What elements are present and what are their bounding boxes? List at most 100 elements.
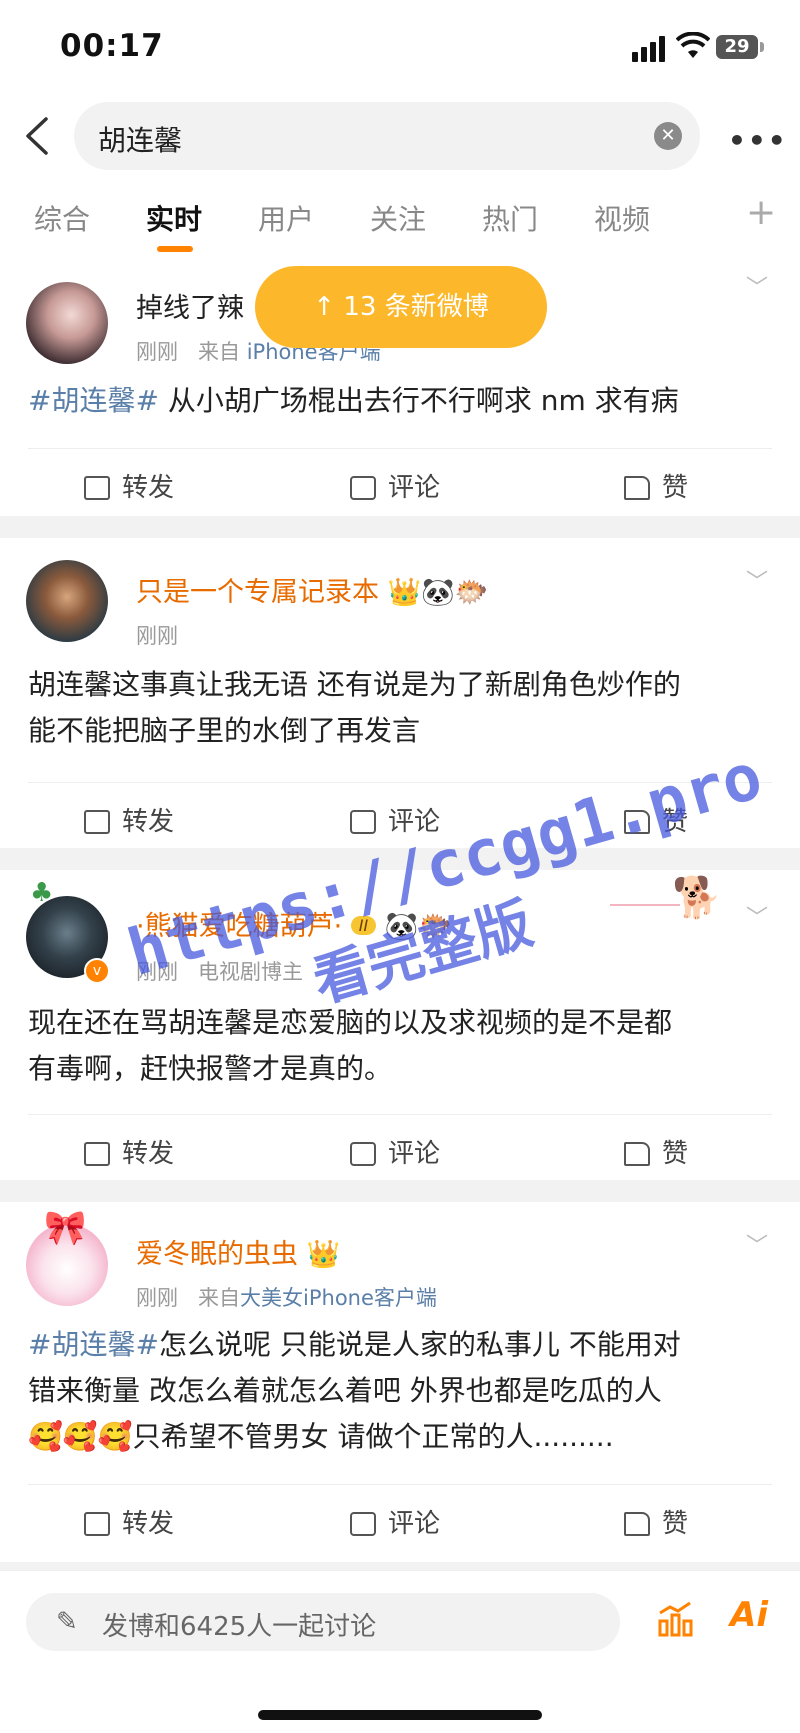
hashtag[interactable]: #胡连馨# <box>28 1328 159 1361</box>
comment-button[interactable]: 评论 <box>350 467 440 504</box>
user-badges: 🐼🐡 <box>385 911 452 942</box>
more-icon[interactable]: ••• <box>728 124 788 157</box>
post-meta: 刚刚 电视剧博主 <box>136 956 303 986</box>
like-icon <box>624 476 650 500</box>
bow-icon: 🎀 <box>44 1208 87 1248</box>
post-meta: 刚刚 来自大美女iPhone客户端 <box>136 1282 437 1312</box>
post-content: 胡连馨这事真让我无语 还有说是为了新剧角色炒作的 能不能把脑子里的水倒了再发言 <box>28 662 768 754</box>
chevron-down-icon[interactable]: ﹀ <box>746 564 768 596</box>
user-badges: 👑 <box>307 1239 341 1270</box>
chart-icon[interactable] <box>656 1599 696 1639</box>
like-label: 赞 <box>662 807 689 837</box>
tab-all[interactable]: 综合 <box>34 198 90 238</box>
ai-button[interactable]: Ai <box>730 1595 768 1635</box>
like-icon <box>624 1512 650 1536</box>
like-label: 赞 <box>662 1139 689 1169</box>
username-text: ·熊猫爱吃糖葫芦· <box>136 911 343 942</box>
repost-icon <box>84 1512 110 1536</box>
fish-badge-icon: 🐡 <box>454 577 489 608</box>
post-text-line: 错来衡量 改怎么着就怎么着吧 外界也都是吃瓜的人 <box>28 1374 662 1407</box>
status-bar: 00:17 29 <box>0 0 800 100</box>
battery-tip <box>760 42 764 52</box>
chevron-down-icon[interactable]: ﹀ <box>746 270 768 302</box>
tab-video[interactable]: 视频 <box>594 198 650 238</box>
search-query: 胡连馨 <box>98 124 183 157</box>
post-actions: 转发 评论 赞 <box>28 448 772 515</box>
repost-button[interactable]: 转发 <box>84 467 174 504</box>
comment-button[interactable]: 评论 <box>350 1133 440 1170</box>
clear-icon[interactable]: ✕ <box>654 122 682 150</box>
crown-badge-icon: 👑 <box>306 1239 341 1270</box>
post-text-line: 🥰🥰🥰只希望不管男女 请做个正常的人......... <box>28 1414 768 1460</box>
post-role: 电视剧博主 <box>198 960 304 984</box>
comment-button[interactable]: 评论 <box>350 1503 440 1540</box>
post-text-line: 能不能把脑子里的水倒了再发言 <box>28 714 421 747</box>
pencil-icon: ✎ <box>56 1607 78 1637</box>
post-time: 刚刚 <box>136 960 178 984</box>
tab-users[interactable]: 用户 <box>258 198 314 238</box>
comment-label: 评论 <box>388 1139 441 1169</box>
like-button[interactable]: 赞 <box>624 801 688 838</box>
post-source[interactable]: 大美女iPhone客户端 <box>240 1286 437 1310</box>
post-card[interactable]: ♣ v ·熊猫爱吃糖葫芦· II 🐼🐡 刚刚 电视剧博主 🐕 ﹀ 现在还在骂胡连… <box>0 870 800 1180</box>
repost-icon <box>84 1142 110 1166</box>
search-header: 胡连馨 ✕ ••• <box>0 100 800 180</box>
add-tab-icon[interactable]: + <box>746 192 776 233</box>
comment-button[interactable]: 评论 <box>350 801 440 838</box>
composer-bar: ✎ 发博和6425人一起讨论 Ai <box>0 1570 800 1681</box>
emoji-icons: 🥰🥰🥰 <box>28 1420 133 1453</box>
post-text: 怎么说呢 只能说是人家的私事儿 不能用对 <box>158 1328 681 1361</box>
repost-button[interactable]: 转发 <box>84 801 174 838</box>
tab-hot[interactable]: 热门 <box>482 198 538 238</box>
status-time: 00:17 <box>60 28 164 64</box>
post-from: 来自 <box>198 340 241 364</box>
post-time: 刚刚 <box>136 624 178 648</box>
divider <box>0 1180 800 1202</box>
like-button[interactable]: 赞 <box>624 1503 688 1540</box>
compose-placeholder: 发博和6425人一起讨论 <box>102 1612 377 1642</box>
avatar[interactable] <box>26 560 108 642</box>
user-badges: 👑🐼🐡 <box>388 577 489 608</box>
post-text-line: 现在还在骂胡连馨是恋爱脑的以及求视频的是不是都 <box>28 1006 673 1039</box>
comment-icon <box>350 1142 376 1166</box>
post-text-line: #胡连馨#怎么说呢 只能说是人家的私事儿 不能用对 <box>28 1322 768 1368</box>
post-text-line: 胡连馨这事真让我无语 还有说是为了新剧角色炒作的 <box>28 668 681 701</box>
repost-label: 转发 <box>122 807 175 837</box>
active-tab-indicator <box>157 246 193 252</box>
post-from: 来自 <box>198 1286 241 1310</box>
comment-label: 评论 <box>388 473 441 503</box>
home-indicator[interactable] <box>258 1710 542 1720</box>
tab-realtime[interactable]: 实时 <box>146 198 202 238</box>
post-actions: 转发 评论 赞 <box>28 782 772 849</box>
chevron-down-icon[interactable]: ﹀ <box>746 1228 768 1260</box>
wifi-icon <box>676 32 710 58</box>
username[interactable]: 爱冬眠的虫虫 👑 <box>136 1232 340 1271</box>
like-button[interactable]: 赞 <box>624 1133 688 1170</box>
comment-label: 评论 <box>388 1509 441 1539</box>
username[interactable]: 只是一个专属记录本 👑🐼🐡 <box>136 570 488 609</box>
username-text: 只是一个专属记录本 <box>136 577 379 608</box>
new-posts-banner[interactable]: ↑ 13 条新微博 <box>255 266 547 348</box>
repost-label: 转发 <box>122 1509 175 1539</box>
panda-badge-icon: 🐼 <box>421 577 455 608</box>
compose-input[interactable]: ✎ 发博和6425人一起讨论 <box>26 1593 620 1651</box>
like-button[interactable]: 赞 <box>624 467 688 504</box>
tab-bar: 综合 实时 用户 关注 热门 视频 + <box>0 182 800 259</box>
post-card[interactable]: 🎀 爱冬眠的虫虫 👑 刚刚 来自大美女iPhone客户端 ﹀ #胡连馨#怎么说呢… <box>0 1202 800 1562</box>
hashtag[interactable]: #胡连馨# <box>28 384 159 417</box>
panda-badge-icon: 🐼 <box>384 911 419 942</box>
avatar[interactable] <box>26 282 108 364</box>
repost-button[interactable]: 转发 <box>84 1503 174 1540</box>
username[interactable]: ·熊猫爱吃糖葫芦· II 🐼🐡 <box>136 904 452 943</box>
post-card[interactable]: 只是一个专属记录本 👑🐼🐡 刚刚 ﹀ 胡连馨这事真让我无语 还有说是为了新剧角色… <box>0 538 800 848</box>
battery-icon: 29 <box>716 35 758 59</box>
repost-label: 转发 <box>122 1139 175 1169</box>
chevron-down-icon[interactable]: ﹀ <box>746 900 768 932</box>
search-input[interactable]: 胡连馨 ✕ <box>74 102 700 170</box>
back-arrow-icon[interactable] <box>22 115 52 157</box>
username[interactable]: 掉线了辣 <box>136 286 244 325</box>
repost-button[interactable]: 转发 <box>84 1133 174 1170</box>
divider <box>0 516 800 538</box>
tab-following[interactable]: 关注 <box>370 198 426 238</box>
comment-icon <box>350 810 376 834</box>
